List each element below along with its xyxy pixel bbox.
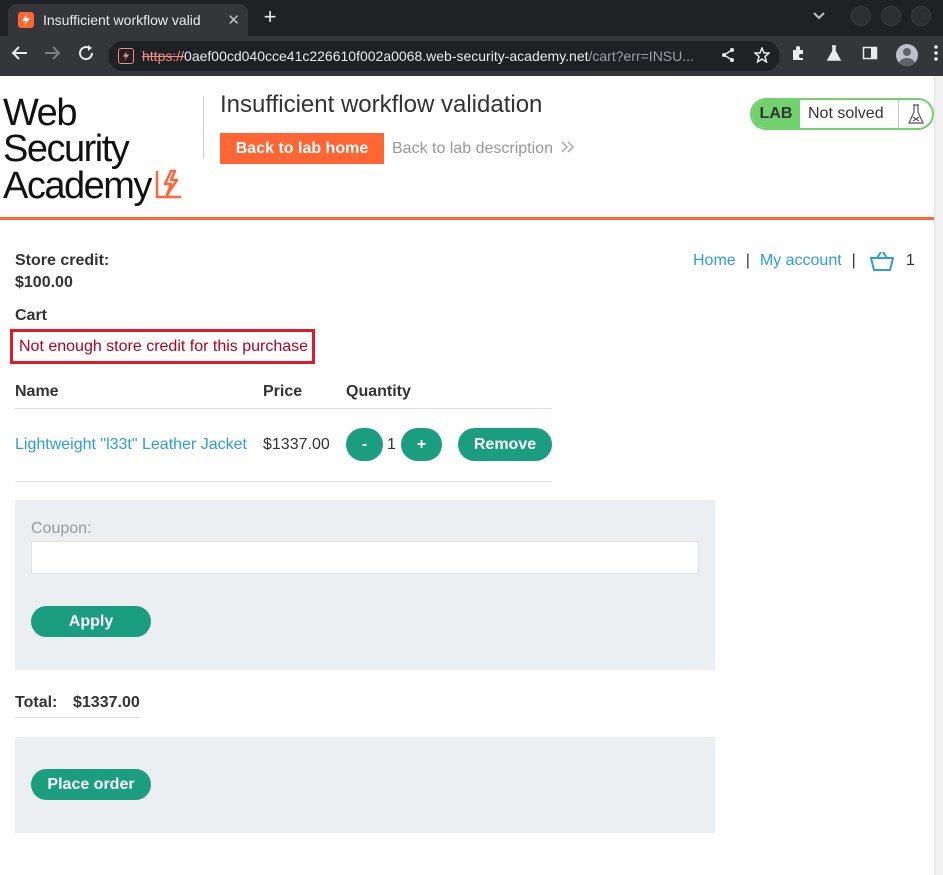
column-header-price: Price bbox=[263, 383, 303, 400]
place-order-button[interactable]: Place order bbox=[31, 769, 151, 800]
flask-icon[interactable] bbox=[824, 45, 844, 65]
table-divider bbox=[15, 408, 552, 409]
logo-line2-row: Academy bbox=[3, 167, 203, 205]
logo-bolt-icon bbox=[155, 167, 185, 205]
side-panel-icon[interactable] bbox=[860, 45, 880, 65]
top-navigation: Home | My account | 1 bbox=[693, 251, 915, 271]
header-rule bbox=[0, 217, 934, 220]
forward-arrow-icon[interactable] bbox=[40, 44, 64, 68]
flask-icon bbox=[898, 100, 932, 128]
web-security-academy-logo[interactable]: Web Security Academy bbox=[3, 92, 203, 205]
more-menu-icon[interactable] bbox=[934, 44, 938, 66]
decrement-quantity-button[interactable]: - bbox=[346, 428, 383, 461]
lightning-icon bbox=[18, 12, 34, 28]
toolbar-actions bbox=[788, 44, 938, 66]
nav-separator: | bbox=[745, 252, 750, 269]
back-to-lab-home-button[interactable]: Back to lab home bbox=[220, 133, 384, 164]
total-value: $1337.00 bbox=[73, 694, 140, 711]
header-divider bbox=[203, 96, 204, 158]
new-tab-button[interactable]: + bbox=[258, 5, 282, 29]
browser-tab-strip: Insufficient workflow valid ✕ + bbox=[0, 0, 943, 36]
increment-quantity-button[interactable]: + bbox=[401, 428, 442, 461]
window-controls bbox=[813, 6, 931, 26]
window-close-icon[interactable] bbox=[911, 6, 931, 26]
browser-toolbar: https://0aef00cd040cce41c226610f002a0068… bbox=[0, 36, 943, 76]
coupon-panel: Coupon: Apply bbox=[15, 500, 715, 670]
my-account-link[interactable]: My account bbox=[760, 252, 842, 270]
cart-total: Total: $1337.00 bbox=[15, 693, 140, 718]
address-bar-actions bbox=[720, 45, 771, 67]
store-credit-label: Store credit: bbox=[15, 252, 110, 269]
product-link[interactable]: Lightweight "l33t" Leather Jacket bbox=[15, 436, 247, 454]
not-secure-icon[interactable] bbox=[118, 48, 134, 64]
url-text: https://0aef00cd040cce41c226610f002a0068… bbox=[142, 48, 717, 64]
tab-title: Insufficient workflow valid bbox=[43, 12, 201, 28]
lab-status-widget: LAB Not solved bbox=[750, 98, 934, 130]
coupon-input[interactable] bbox=[31, 541, 699, 574]
coupon-label: Coupon: bbox=[31, 520, 92, 537]
back-to-lab-description-link[interactable]: Back to lab description bbox=[392, 140, 575, 158]
browser-tab[interactable]: Insufficient workflow valid ✕ bbox=[8, 4, 248, 36]
url-path: /cart?err=INSU... bbox=[588, 48, 694, 64]
total-label: Total: bbox=[15, 694, 58, 711]
chevron-down-icon[interactable] bbox=[813, 9, 825, 23]
maximize-icon[interactable] bbox=[881, 6, 901, 26]
lab-title: Insufficient workflow validation bbox=[220, 91, 543, 118]
cart-count: 1 bbox=[905, 252, 915, 269]
url-scheme: https:// bbox=[142, 48, 185, 64]
error-message-box: Not enough store credit for this purchas… bbox=[10, 329, 315, 364]
cart-heading: Cart bbox=[15, 307, 48, 324]
column-header-quantity: Quantity bbox=[346, 383, 411, 400]
close-icon[interactable]: ✕ bbox=[227, 11, 240, 29]
store-credit-value: $100.00 bbox=[15, 274, 73, 291]
share-icon[interactable] bbox=[720, 47, 736, 67]
extensions-icon[interactable] bbox=[788, 45, 808, 65]
remove-item-button[interactable]: Remove bbox=[458, 428, 552, 461]
lab-badge: LAB bbox=[752, 100, 800, 128]
logo-line2: Academy bbox=[3, 165, 152, 207]
reload-icon[interactable] bbox=[74, 44, 98, 68]
logo-line1: Web Security bbox=[3, 92, 130, 170]
home-link[interactable]: Home bbox=[693, 252, 736, 270]
page-scrollbar[interactable] bbox=[934, 76, 943, 875]
double-chevron-right-icon bbox=[561, 140, 575, 157]
address-bar[interactable]: https://0aef00cd040cce41c226610f002a0068… bbox=[108, 41, 780, 71]
nav-separator: | bbox=[851, 252, 856, 269]
star-icon[interactable] bbox=[753, 45, 771, 67]
back-arrow-icon[interactable] bbox=[8, 44, 32, 68]
column-header-name: Name bbox=[15, 383, 59, 400]
quantity-value: 1 bbox=[387, 436, 396, 453]
product-price: $1337.00 bbox=[263, 436, 330, 453]
minimize-icon[interactable] bbox=[851, 6, 871, 26]
apply-coupon-button[interactable]: Apply bbox=[31, 606, 151, 637]
place-order-panel: Place order bbox=[15, 737, 715, 833]
lab-status-text: Not solved bbox=[808, 105, 884, 122]
profile-avatar[interactable] bbox=[896, 44, 918, 66]
back-description-label: Back to lab description bbox=[392, 140, 553, 157]
url-host: 0aef00cd040cce41c226610f002a0068.web-sec… bbox=[184, 48, 589, 64]
table-divider bbox=[15, 481, 552, 482]
error-message: Not enough store credit for this purchas… bbox=[19, 337, 309, 355]
cart-icon[interactable] bbox=[869, 251, 894, 271]
